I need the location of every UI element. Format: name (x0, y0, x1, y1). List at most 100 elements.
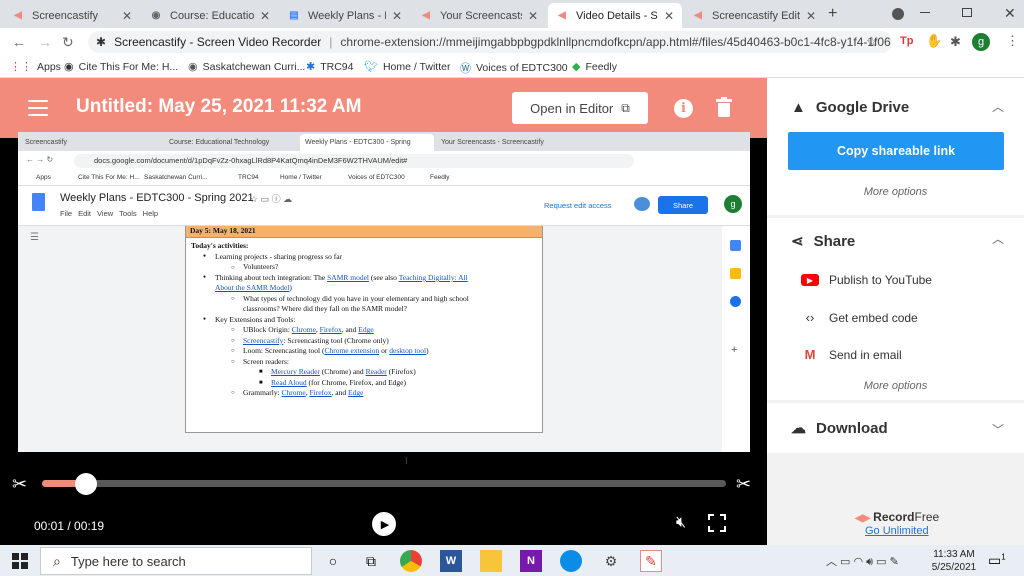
edge-icon[interactable] (560, 550, 582, 572)
doc-menu-item: File (60, 209, 73, 218)
close-tab-icon[interactable]: ✕ (260, 9, 270, 23)
address-bar[interactable]: ✱ Screencastify - Screen Video Recorder … (88, 31, 892, 53)
recorded-bookmark: Saskatchewan Curri... (144, 174, 208, 181)
bookmark-label: Apps (37, 60, 61, 73)
browser-tab[interactable]: ▤ Weekly Plans - EDT ✕ (280, 3, 410, 28)
youtube-icon: ▶ (801, 274, 819, 286)
recorded-bookmark: Cite This For Me: H... (78, 174, 140, 181)
seek-bar[interactable] (42, 480, 726, 487)
video-title[interactable]: Untitled: May 25, 2021 11:32 AM (76, 96, 361, 118)
browser-tab[interactable]: ◉ Course: Educational ✕ (142, 3, 278, 28)
forward-arrow-icon[interactable]: → (38, 34, 52, 50)
profile-avatar[interactable]: g (972, 33, 990, 51)
open-in-editor-button[interactable]: Open in Editor ⧉ (512, 92, 648, 124)
paint-icon[interactable]: ✎ (640, 550, 662, 572)
browser-tab[interactable]: ◀ Screencastify Edit ✕ (684, 3, 824, 28)
close-tab-icon[interactable]: ✕ (392, 9, 402, 23)
hamburger-menu-icon[interactable] (28, 100, 48, 116)
bullet-icon: ○ (231, 264, 235, 271)
recorded-bookmark: Feedly (430, 174, 450, 181)
info-icon[interactable]: i (674, 99, 693, 118)
share-option[interactable]: ‹› Get embed code (801, 310, 918, 325)
activity-item: ● Key Extensions and Tools: (191, 315, 537, 325)
close-window-icon[interactable]: ✕ (1004, 5, 1016, 22)
copy-shareable-link-button[interactable]: Copy shareable link (788, 132, 1004, 170)
google-drive-icon: ▲ (791, 99, 806, 116)
trim-start-scissors-icon[interactable]: ✂ (12, 474, 27, 495)
trash-icon[interactable] (716, 97, 732, 117)
google-drive-header[interactable]: ▲ Google Drive (791, 99, 909, 116)
doc-title-icons: ☆ ▭ ⓘ ☁ (250, 194, 293, 204)
brand-record: Record (873, 510, 915, 524)
doc-link: Screencastify (243, 335, 284, 345)
bookmark-item[interactable]: ✱ TRC94 (306, 60, 353, 74)
browser-tab[interactable]: ◀ Screencastify ✕ (4, 3, 140, 28)
bookmark-star-icon[interactable]: ☆ (866, 34, 878, 50)
close-tab-icon[interactable]: ✕ (806, 9, 816, 23)
chevron-up-icon[interactable]: ︿ (992, 98, 1004, 115)
share-option[interactable]: ▶ Publish to YouTube (801, 273, 932, 287)
bookmark-item[interactable]: ◉ Cite This For Me: H... (64, 60, 179, 74)
share-option[interactable]: M Send in email (801, 347, 902, 362)
word-icon[interactable]: W (440, 550, 462, 572)
bookmark-label: Cite This For Me: H... (78, 60, 179, 73)
more-options-link[interactable]: More options (767, 380, 1024, 392)
bookmark-item[interactable]: ⋮⋮ Apps (10, 60, 61, 74)
more-options-link[interactable]: More options (767, 186, 1024, 198)
doc-menu-item: Help (142, 209, 159, 218)
task-view-icon[interactable]: ⧉ (360, 550, 382, 572)
close-tab-icon[interactable]: ✕ (528, 9, 538, 23)
close-tab-icon[interactable]: ✕ (664, 9, 674, 23)
chevron-up-icon[interactable]: ︿ (992, 230, 1004, 247)
go-unlimited-link[interactable]: Go Unlimited (865, 525, 929, 537)
mute-icon[interactable]: 🔇︎ (676, 514, 686, 532)
cloud-download-icon: ☁ (791, 420, 806, 437)
activity-item: About the SAMR Model) (191, 283, 537, 293)
chevron-down-icon[interactable]: ﹀ (992, 421, 1004, 438)
windows-start-icon[interactable] (12, 553, 28, 569)
back-arrow-icon[interactable]: ← (12, 34, 26, 50)
onenote-icon[interactable]: N (520, 550, 542, 572)
bookmark-item[interactable]: ◉ Saskatchewan Curri... (188, 60, 305, 74)
settings-gear-icon[interactable]: ⚙ (600, 550, 622, 572)
browser-tab[interactable]: ◀ Video Details - Scre ✕ (548, 3, 682, 28)
doc-link: Read Aloud (271, 377, 307, 387)
extension-hand-icon[interactable]: ✋ (926, 33, 942, 49)
reload-icon[interactable]: ↻ (62, 34, 74, 51)
activity-text: Thinking about tech integration: The (215, 272, 328, 282)
bookmark-item[interactable]: 🐦︎ Home / Twitter (364, 60, 450, 74)
extensions-puzzle-icon[interactable]: ✱ (950, 34, 961, 50)
close-tab-icon[interactable]: ✕ (122, 9, 132, 23)
tab-search-icon[interactable] (892, 8, 904, 20)
taskbar-search-box[interactable]: ⌕ Type here to search (40, 547, 312, 575)
download-header[interactable]: ☁ Download (791, 419, 888, 438)
brand-free: Free (914, 510, 940, 524)
external-link-icon: ⧉ (621, 100, 630, 115)
file-explorer-icon[interactable] (480, 550, 502, 572)
share-header[interactable]: ⋖ Share (791, 232, 855, 251)
cortana-icon[interactable]: ○ (322, 550, 344, 572)
bookmark-item[interactable]: ◆ Feedly (572, 60, 617, 74)
doc-link: Reader (365, 367, 387, 377)
activity-text: Screen readers: (243, 356, 290, 366)
system-tray[interactable]: ︿ ▭ ◠ 🔊︎ ▭ ✎ (826, 553, 899, 569)
new-tab-button[interactable]: + (828, 5, 837, 23)
screencastify-icon: ◀ (422, 10, 430, 21)
chrome-icon[interactable] (400, 550, 422, 572)
browser-tab-label: Screencastify Edit (712, 9, 800, 22)
activity-item: ○ Screen readers: (191, 357, 537, 367)
browser-tab[interactable]: ◀ Your Screencasts - S ✕ (412, 3, 546, 28)
play-button[interactable]: ▶ (372, 512, 396, 536)
bookmark-item[interactable]: Ⓦ Voices of EDTC300 (460, 60, 568, 76)
extension-tp-icon[interactable]: Tp (900, 35, 913, 47)
minimize-icon[interactable] (920, 12, 930, 13)
browser-menu-icon[interactable]: ⋮ (1006, 33, 1019, 49)
recorded-tab-label: Weekly Plans - EDTC300 - Spring (305, 139, 411, 146)
trim-end-scissors-icon[interactable]: ✂ (736, 474, 751, 495)
fullscreen-icon[interactable] (708, 514, 726, 532)
restore-icon[interactable] (962, 8, 972, 17)
clock-date: 5/25/2021 (931, 562, 977, 573)
notification-icon[interactable]: ▭1 (988, 552, 1006, 569)
seek-handle[interactable] (75, 473, 97, 495)
taskbar-clock[interactable]: 11:33 AM 5/25/2021 (928, 548, 980, 574)
